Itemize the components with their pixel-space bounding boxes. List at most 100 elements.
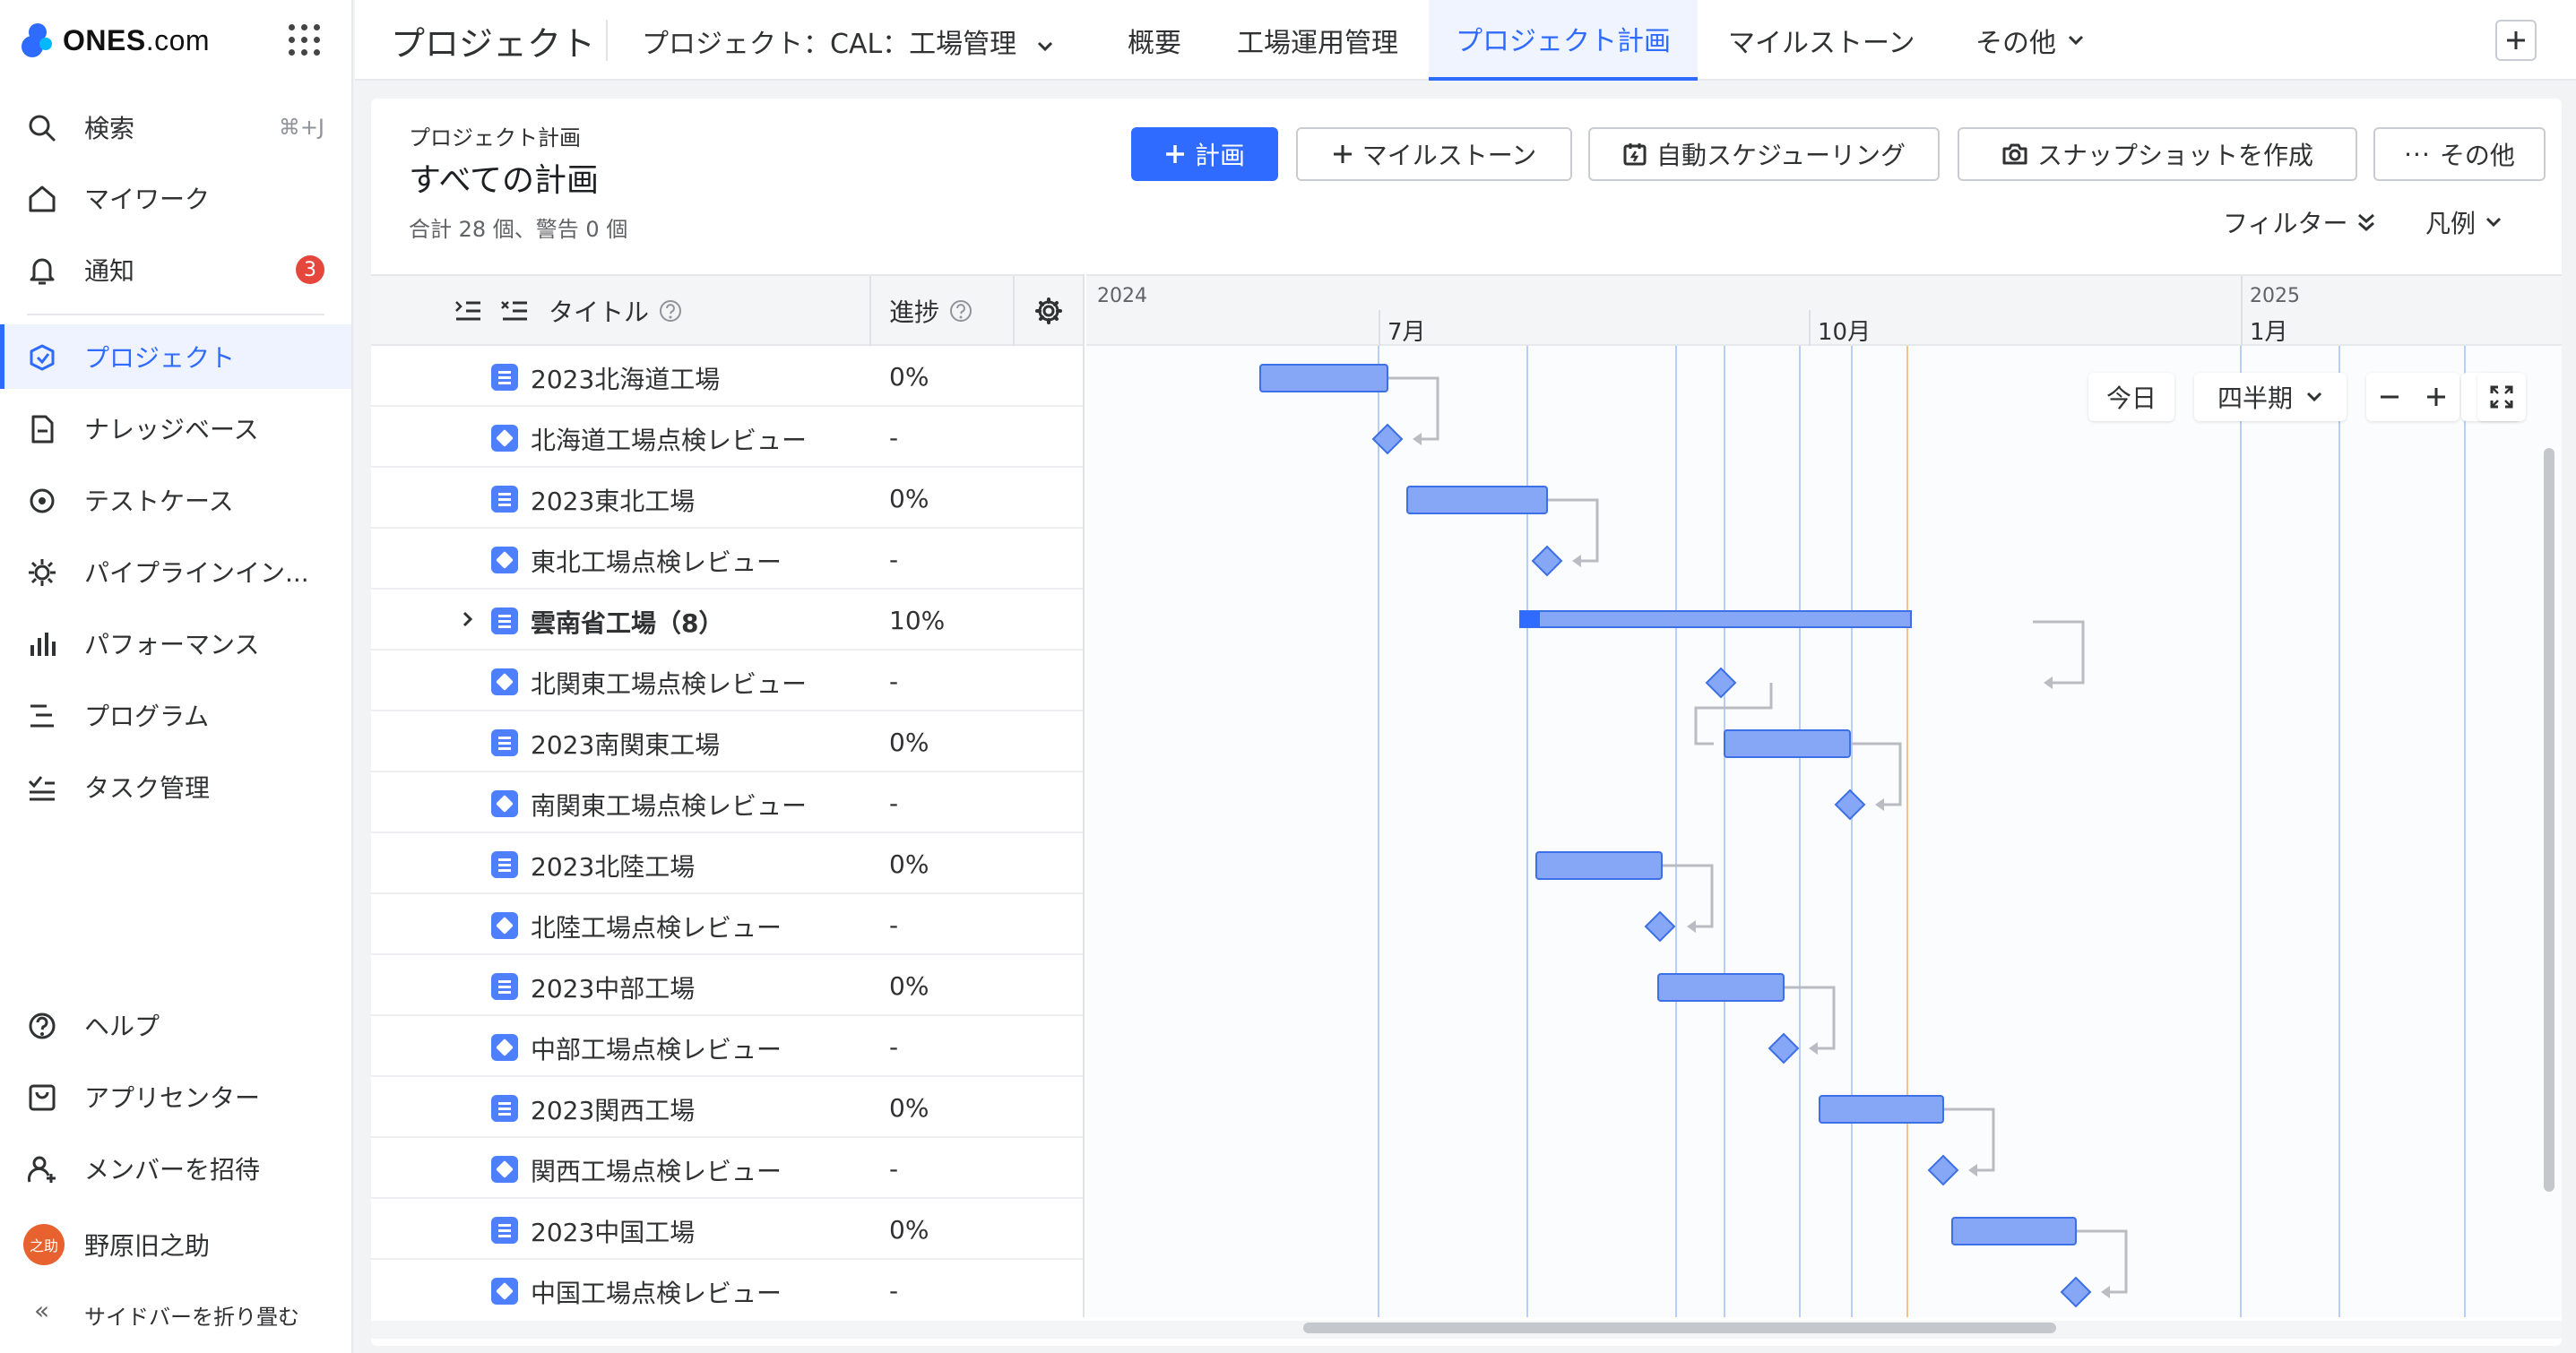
plan-bar[interactable] (1819, 1095, 1944, 1124)
milestone-diamond[interactable] (2060, 1276, 2092, 1308)
row-title[interactable]: 2023北陸工場 (531, 848, 695, 883)
sidebar-item-my-work[interactable]: マイワーク (0, 166, 351, 230)
row-title[interactable]: 北陸工場点検レビュー (531, 909, 782, 944)
double-chevron-down-icon (2358, 213, 2375, 231)
sidebar-item-pipeline[interactable]: パイプラインイン... (0, 539, 351, 604)
plan-bar[interactable] (1259, 364, 1388, 392)
add-milestone-button[interactable]: マイルストーン (1296, 127, 1572, 181)
tab-more[interactable]: その他 (1975, 0, 2085, 81)
collapse-all-icon[interactable] (454, 276, 482, 346)
fullscreen-button[interactable] (2477, 373, 2526, 421)
sidebar-item-task-management[interactable]: タスク管理 (0, 754, 351, 819)
row-title[interactable]: 2023中部工場 (531, 970, 695, 1005)
milestone-diamond[interactable] (1644, 910, 1676, 943)
table-row[interactable]: 2023中部工場 0% (371, 955, 1083, 1016)
table-row[interactable]: 中国工場点検レビュー - (371, 1260, 1083, 1317)
row-title[interactable]: 関西工場点検レビュー (531, 1152, 782, 1188)
table-row[interactable]: 中部工場点検レビュー - (371, 1016, 1083, 1077)
filter-toggle[interactable]: フィルター (2223, 204, 2376, 240)
zoom-in-button[interactable] (2425, 386, 2447, 408)
expand-all-icon[interactable] (500, 276, 529, 346)
row-title[interactable]: 2023東北工場 (531, 482, 695, 518)
sidebar-item-project[interactable]: プロジェクト (0, 324, 351, 389)
table-row[interactable]: 雲南省工場（8） 10% (371, 590, 1083, 651)
column-header-title[interactable]: タイトル (549, 276, 683, 346)
sidebar-collapse-button[interactable]: « サイドバーを折り畳む (0, 1283, 351, 1346)
row-title[interactable]: 北関東工場点検レビュー (531, 665, 807, 701)
table-row[interactable]: 2023中国工場 0% (371, 1199, 1083, 1260)
ones-logo[interactable]: ONES.com (22, 18, 210, 63)
tab-overview[interactable]: 概要 (1128, 0, 1181, 81)
row-title[interactable]: 南関東工場点検レビュー (531, 787, 807, 823)
legend-toggle[interactable]: 凡例 (2425, 204, 2503, 240)
row-title[interactable]: 2023北海道工場 (531, 360, 720, 396)
time-scale-select[interactable]: 四半期 (2194, 373, 2347, 421)
sidebar-item-search[interactable]: 検索 ⌘+J (0, 95, 351, 159)
table-row[interactable]: 北関東工場点検レビュー - (371, 651, 1083, 711)
milestone-icon (491, 790, 518, 817)
add-button[interactable] (2495, 20, 2537, 61)
chevron-right-icon[interactable] (459, 609, 477, 629)
tab-project-plan[interactable]: プロジェクト計画 (1429, 0, 1698, 81)
milestone-diamond[interactable] (1531, 545, 1563, 577)
gantt-timeline-header: 2024 7月 10月 2025 1月 (1086, 274, 2562, 346)
tab-milestones[interactable]: マイルストーン (1728, 0, 1915, 81)
milestone-diamond[interactable] (1371, 423, 1404, 455)
table-row[interactable]: 2023北陸工場 0% (371, 833, 1083, 894)
sidebar-item-test-case[interactable]: テストケース (0, 468, 351, 532)
sidebar-item-notifications[interactable]: 通知 3 (0, 237, 351, 302)
apps-grid-icon[interactable] (289, 24, 321, 56)
sidebar-item-performance[interactable]: パフォーマンス (0, 611, 351, 676)
horizontal-scrollbar[interactable] (1303, 1323, 2056, 1333)
row-title[interactable]: 北海道工場点検レビュー (531, 421, 807, 457)
row-title[interactable]: 2023南関東工場 (531, 726, 720, 762)
table-row[interactable]: 南関東工場点検レビュー - (371, 772, 1083, 833)
table-row[interactable]: 関西工場点検レビュー - (371, 1138, 1083, 1199)
create-snapshot-button[interactable]: スナップショットを作成 (1958, 127, 2357, 181)
row-title[interactable]: 中部工場点検レビュー (531, 1030, 782, 1066)
add-plan-button[interactable]: 計画 (1131, 127, 1278, 181)
group-progress-fill[interactable] (1520, 611, 1540, 627)
table-row[interactable]: 北海道工場点検レビュー - (371, 407, 1083, 468)
plan-bar[interactable] (1951, 1217, 2077, 1245)
row-title[interactable]: 中国工場点検レビュー (531, 1274, 782, 1310)
avatar[interactable]: 之助 (23, 1224, 65, 1265)
row-title[interactable]: 雲南省工場（8） (531, 604, 723, 640)
sidebar-item-invite-member[interactable]: メンバーを招待 (0, 1136, 351, 1201)
table-row[interactable]: 2023北海道工場 0% (371, 346, 1083, 407)
sidebar-item-help[interactable]: ヘルプ (0, 993, 351, 1057)
row-progress: - (889, 1032, 899, 1062)
table-row[interactable]: 北陸工場点検レビュー - (371, 894, 1083, 955)
column-divider (1013, 276, 1015, 346)
plan-bar[interactable] (1535, 851, 1663, 880)
project-icon (30, 344, 55, 371)
table-row[interactable]: 2023関西工場 0% (371, 1077, 1083, 1138)
row-title[interactable]: 東北工場点検レビュー (531, 543, 782, 579)
plan-bar[interactable] (1406, 486, 1548, 514)
column-header-progress[interactable]: 進捗 (889, 276, 973, 346)
more-button[interactable]: ··· その他 (2373, 127, 2546, 181)
column-settings-button[interactable] (1034, 276, 1063, 346)
sidebar-item-knowledge-base[interactable]: ナレッジベース (0, 396, 351, 461)
plan-bar[interactable] (1724, 729, 1851, 758)
milestone-diamond[interactable] (1927, 1154, 1959, 1186)
table-row[interactable]: 2023南関東工場 0% (371, 711, 1083, 772)
group-summary-bar[interactable] (1519, 610, 1912, 628)
today-button[interactable]: 今日 (2088, 373, 2174, 421)
table-row[interactable]: 東北工場点検レビュー - (371, 529, 1083, 590)
sidebar-item-app-center[interactable]: アプリセンター (0, 1064, 351, 1129)
sidebar-item-program[interactable]: プログラム (0, 683, 351, 747)
tab-factory-operations[interactable]: 工場運用管理 (1237, 0, 1398, 81)
milestone-diamond[interactable] (1834, 789, 1866, 821)
row-title[interactable]: 2023中国工場 (531, 1213, 695, 1249)
milestone-diamond[interactable] (1768, 1032, 1800, 1064)
milestone-diamond[interactable] (1705, 667, 1737, 699)
sidebar-item-label: パフォーマンス (84, 630, 260, 659)
auto-schedule-button[interactable]: 自動スケジューリング (1588, 127, 1940, 181)
row-title[interactable]: 2023関西工場 (531, 1091, 695, 1127)
table-row[interactable]: 2023東北工場 0% (371, 468, 1083, 529)
vertical-scrollbar[interactable] (2544, 448, 2554, 1192)
plan-bar[interactable] (1657, 973, 1785, 1002)
zoom-out-button[interactable] (2379, 386, 2400, 408)
project-selector[interactable]: プロジェクト：CAL：工場管理 (642, 22, 1054, 61)
